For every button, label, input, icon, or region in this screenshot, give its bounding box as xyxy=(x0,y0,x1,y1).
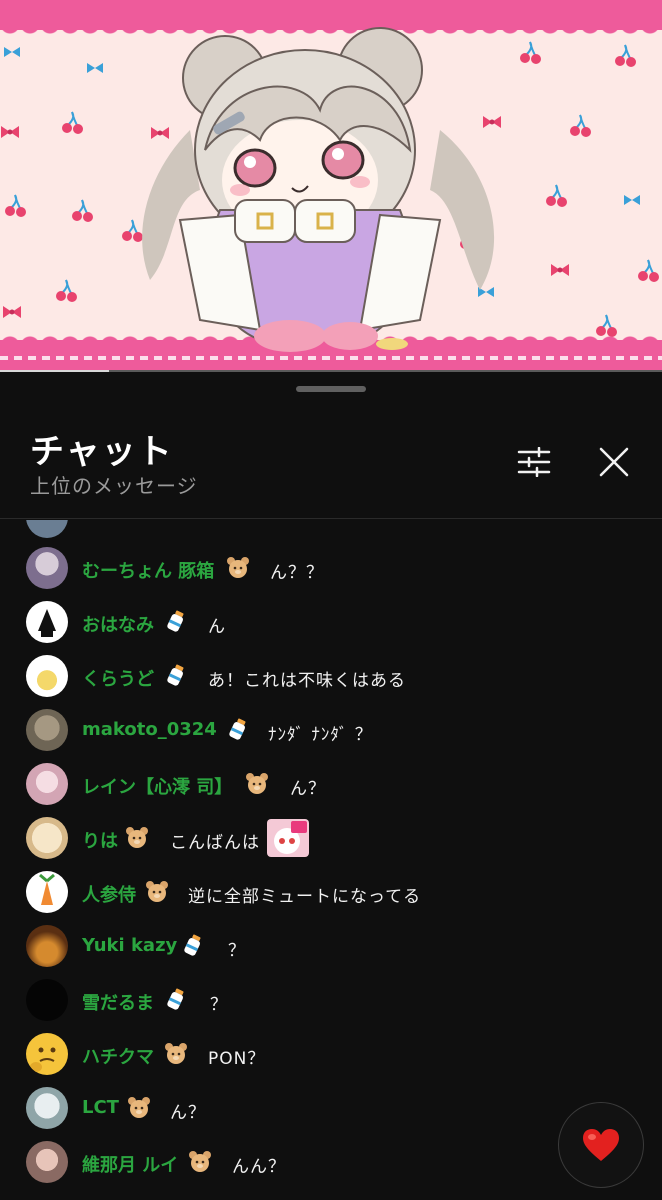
author-name[interactable]: LCT xyxy=(82,1097,119,1118)
chat-message-list[interactable]: むーちょん 豚箱 ん？？ おはなみ ん くらうど あ！これは不味くはある mak… xyxy=(0,520,662,1200)
author-name[interactable]: 維那月 ルイ xyxy=(82,1151,178,1177)
bear-badge-icon xyxy=(246,773,268,794)
milk-bottle-badge-icon xyxy=(184,934,201,956)
chat-message[interactable]: makoto_0324 ﾅﾝﾀﾞ ﾅﾝﾀﾞ ？ xyxy=(0,703,662,757)
message-text: こんばんは xyxy=(170,833,260,853)
author-name[interactable]: 人参侍 xyxy=(82,881,136,907)
chat-message[interactable]: くらうど あ！これは不味くはある xyxy=(0,649,662,703)
author-name[interactable]: レイン【心澪 司】 xyxy=(82,773,232,799)
chat-panel: チャット 上位のメッセージ むーちょん 豚箱 ん？？ おはなみ ん くらうど あ… xyxy=(0,372,662,1200)
author-name[interactable]: むーちょん 豚箱 xyxy=(82,557,214,583)
author-name[interactable]: くらうど xyxy=(82,665,154,691)
avatar[interactable] xyxy=(26,871,68,913)
bear-badge-icon xyxy=(126,827,148,848)
author-name[interactable]: おはなみ xyxy=(82,611,154,637)
message-text: ん？？ xyxy=(270,563,324,583)
filter-button[interactable] xyxy=(510,438,558,486)
avatar[interactable] xyxy=(26,1141,68,1183)
author-name[interactable]: Yuki kazy xyxy=(82,935,177,956)
avatar[interactable] xyxy=(26,1033,68,1075)
message-text: ん？ xyxy=(170,1103,206,1123)
message-text: ？ xyxy=(228,941,246,961)
chat-message[interactable]: むーちょん 豚箱 ん？？ xyxy=(0,541,662,595)
bear-badge-icon xyxy=(165,1043,187,1064)
hi-sticker-emoji xyxy=(267,819,309,857)
avatar[interactable] xyxy=(26,1087,68,1129)
chat-message[interactable]: Yuki kazy ？ xyxy=(0,919,662,973)
chat-mode-selector[interactable]: 上位のメッセージ xyxy=(30,470,198,499)
bear-badge-icon xyxy=(146,881,168,902)
chat-message[interactable]: 人参侍 逆に全部ミュートになってる xyxy=(0,865,662,919)
chat-message[interactable]: 雪だるま ？ xyxy=(0,973,662,1027)
drag-handle[interactable] xyxy=(296,386,366,392)
milk-bottle-badge-icon xyxy=(167,610,184,632)
author-name[interactable]: makoto_0324 xyxy=(82,719,217,740)
message-text: ﾅﾝﾀﾞ ﾅﾝﾀﾞ ？ xyxy=(268,725,373,745)
bear-badge-icon xyxy=(227,557,249,578)
message-text: ん xyxy=(208,617,226,637)
close-button[interactable] xyxy=(590,438,638,486)
chat-message[interactable]: レイン【心澪 司】 ん？ xyxy=(0,757,662,811)
like-button[interactable] xyxy=(558,1102,644,1188)
avatar[interactable] xyxy=(26,547,68,589)
avatar[interactable] xyxy=(26,979,68,1021)
video-player[interactable] xyxy=(0,0,662,372)
author-name[interactable]: 雪だるま xyxy=(82,989,154,1015)
chat-title: チャット xyxy=(30,432,174,472)
avatar[interactable] xyxy=(26,709,68,751)
chat-message[interactable]: おはなみ ん xyxy=(0,595,662,649)
avatar[interactable] xyxy=(26,601,68,643)
avatar[interactable] xyxy=(26,763,68,805)
avatar[interactable] xyxy=(26,655,68,697)
message-text: 逆に全部ミュートになってる xyxy=(188,887,422,907)
message-text: あ！これは不味くはある xyxy=(208,671,406,691)
message-text: ん？ xyxy=(290,779,326,799)
heart-icon xyxy=(583,1129,619,1161)
chat-message[interactable]: ハチクマ PON？ xyxy=(0,1027,662,1081)
avatar[interactable] xyxy=(26,925,68,967)
message-text: PON？ xyxy=(208,1049,266,1069)
avatar[interactable] xyxy=(26,817,68,859)
message-text: んん？ xyxy=(232,1157,286,1177)
chibi-character-illustration xyxy=(142,27,495,352)
author-name[interactable]: ハチクマ xyxy=(82,1043,154,1069)
chat-message[interactable]: りは こんばんは xyxy=(0,811,662,865)
author-name[interactable]: りは xyxy=(82,827,118,853)
milk-bottle-badge-icon xyxy=(229,718,246,740)
close-icon xyxy=(599,447,629,477)
sliders-icon xyxy=(517,447,551,477)
avatar[interactable] xyxy=(26,520,68,538)
bear-badge-icon xyxy=(189,1151,211,1172)
header-divider xyxy=(0,518,662,519)
milk-bottle-badge-icon xyxy=(167,664,184,686)
message-text: ？ xyxy=(210,995,228,1015)
bear-badge-icon xyxy=(128,1097,150,1118)
milk-bottle-badge-icon xyxy=(167,988,184,1010)
